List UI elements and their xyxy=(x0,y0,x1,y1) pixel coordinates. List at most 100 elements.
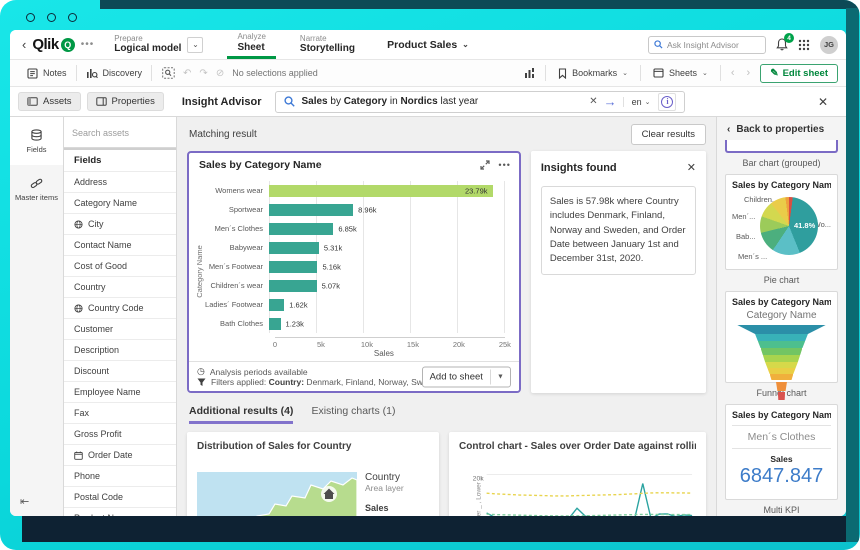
notification-badge: 4 xyxy=(784,33,794,43)
frame-shadow-right xyxy=(846,8,859,542)
tab-existing-charts[interactable]: Existing charts (1) xyxy=(311,405,395,424)
assets-search[interactable] xyxy=(64,117,176,148)
step-back-icon[interactable]: ↶ xyxy=(183,68,191,79)
qlik-logo[interactable]: Qlik Q xyxy=(32,36,75,53)
map-result-card[interactable]: Distribution of Sales for Country Countr… xyxy=(187,432,439,516)
step-forward-icon[interactable]: ↷ xyxy=(199,68,207,79)
prepare-dropdown-icon[interactable]: ⌄ xyxy=(187,36,204,53)
assets-toggle-button[interactable]: Assets xyxy=(18,92,81,111)
field-label: Phone xyxy=(74,471,101,481)
field-label: Fax xyxy=(74,408,90,418)
control-chart-card[interactable]: Control chart - Sales over Order Date ag… xyxy=(449,432,706,516)
funnel-suggestion-card[interactable]: Sales by Category Name Category Name xyxy=(725,291,838,400)
rail-item-fields[interactable]: Fields xyxy=(10,117,63,165)
bookmarks-button[interactable]: Bookmarks ⌄ xyxy=(554,67,632,79)
bar[interactable] xyxy=(269,184,493,197)
tab-additional-results[interactable]: Additional results (4) xyxy=(189,405,294,424)
smart-search-icon[interactable] xyxy=(162,67,175,79)
matching-result-chart-card[interactable]: Sales by Category Name ••• Category Name… xyxy=(187,151,521,393)
field-item[interactable]: Description xyxy=(64,340,176,361)
field-item[interactable]: Order Date xyxy=(64,445,176,466)
notes-button[interactable]: Notes xyxy=(18,60,76,86)
rail-item-master-items[interactable]: Master items xyxy=(10,165,63,213)
bar-row: Womens wear 23.79k xyxy=(205,181,505,200)
nav-narrate[interactable]: Narrate Storytelling xyxy=(290,30,365,59)
field-label: Address xyxy=(74,177,108,187)
bar[interactable] xyxy=(269,222,334,235)
chart-suggestions-panel: ‹ Back to properties Bar chart (grouped)… xyxy=(716,117,846,516)
pie-suggestion-card[interactable]: Sales by Category Name Children... Men´.… xyxy=(725,174,838,270)
discovery-button[interactable]: Discovery xyxy=(77,60,152,86)
close-advisor-icon[interactable]: ✕ xyxy=(818,95,828,109)
next-sheet-icon[interactable]: › xyxy=(745,67,753,79)
expand-icon[interactable] xyxy=(480,160,491,170)
field-item[interactable]: Postal Code xyxy=(64,487,176,508)
chart-menu-icon[interactable]: ••• xyxy=(498,160,510,170)
field-item[interactable]: Phone xyxy=(64,466,176,487)
window-controls[interactable] xyxy=(26,13,77,22)
properties-toggle-button[interactable]: Properties xyxy=(86,92,164,111)
field-item[interactable]: Product Name xyxy=(64,508,176,516)
window-dot[interactable] xyxy=(47,13,56,22)
back-to-properties-button[interactable]: ‹ Back to properties xyxy=(717,117,846,140)
map-home-icon[interactable] xyxy=(321,486,337,502)
insight-advisor-toggle-icon[interactable] xyxy=(524,67,537,79)
nav-analyze[interactable]: Analyze Sheet xyxy=(227,30,276,59)
language-selector[interactable]: en ⌄ xyxy=(622,96,650,107)
search-icon xyxy=(284,96,296,107)
bar[interactable] xyxy=(269,260,318,273)
kpi-suggestion-card[interactable]: Sales by Category Name Men´s Clothes Sal… xyxy=(725,404,838,500)
field-item[interactable]: Country xyxy=(64,277,176,298)
field-item[interactable]: Discount xyxy=(64,361,176,382)
browser-frame: ‹ Qlik Q ••• Prepare Logical model ⌄ Ana… xyxy=(0,0,860,550)
bar[interactable] xyxy=(269,317,281,330)
field-item[interactable]: Address xyxy=(64,172,176,193)
funnel-band xyxy=(765,362,798,368)
selected-bar-suggestion-partial[interactable] xyxy=(725,140,838,153)
insight-text-card[interactable]: Sales is 57.98k where Country includes D… xyxy=(540,186,696,276)
add-to-sheet-button[interactable]: Add to sheet ▼ xyxy=(421,366,511,387)
bar[interactable] xyxy=(269,298,285,311)
avatar[interactable]: JG xyxy=(820,35,838,54)
prev-sheet-icon[interactable]: ‹ xyxy=(729,67,737,79)
clear-selections-icon[interactable]: ⊘ xyxy=(216,68,224,79)
matching-result-label: Matching result xyxy=(189,129,257,140)
window-dot[interactable] xyxy=(68,13,77,22)
assets-search-input[interactable] xyxy=(72,128,168,138)
window-dot[interactable] xyxy=(26,13,35,22)
close-insights-icon[interactable]: ✕ xyxy=(687,161,696,174)
field-item[interactable]: Employee Name xyxy=(64,382,176,403)
insight-advisor-title: Insight Advisor xyxy=(181,95,262,108)
app-grid-icon[interactable] xyxy=(798,39,810,51)
clear-query-icon[interactable]: ✕ xyxy=(589,96,597,107)
field-item[interactable]: Country Code xyxy=(64,298,176,319)
field-label: Country Code xyxy=(88,303,144,313)
bookmark-icon xyxy=(559,67,567,79)
more-menu-icon[interactable]: ••• xyxy=(81,39,95,50)
advisor-info-button[interactable]: i xyxy=(658,92,677,111)
field-item[interactable]: Customer xyxy=(64,319,176,340)
app-selector[interactable]: Product Sales ⌄ xyxy=(387,39,469,51)
field-item[interactable]: Cost of Good xyxy=(64,256,176,277)
field-item[interactable]: Contact Name xyxy=(64,235,176,256)
sheets-button[interactable]: Sheets ⌄ xyxy=(649,68,712,78)
bar[interactable] xyxy=(269,279,317,292)
filter-icon xyxy=(197,378,206,386)
field-item[interactable]: Category Name xyxy=(64,193,176,214)
bar[interactable] xyxy=(269,241,319,254)
field-item[interactable]: City xyxy=(64,214,176,235)
advisor-query-field[interactable]: Sales by Category in Nordics last year ✕… xyxy=(275,90,686,113)
field-item[interactable]: Gross Profit xyxy=(64,424,176,445)
bar[interactable] xyxy=(269,203,354,216)
ask-insight-advisor-input[interactable] xyxy=(667,39,757,50)
nav-prepare[interactable]: Prepare Logical model ⌄ xyxy=(104,30,213,59)
back-chevron-icon[interactable]: ‹ xyxy=(18,37,30,52)
notifications[interactable]: 4 xyxy=(776,33,794,51)
funnel-graphic xyxy=(736,325,827,400)
edit-sheet-button[interactable]: ✎ Edit sheet xyxy=(760,63,838,83)
clear-results-button[interactable]: Clear results xyxy=(630,124,706,145)
collapse-panel-icon[interactable]: ⇤ xyxy=(20,495,29,508)
submit-query-icon[interactable]: → xyxy=(604,94,617,109)
ask-insight-advisor-search[interactable] xyxy=(648,35,766,54)
field-item[interactable]: Fax xyxy=(64,403,176,424)
